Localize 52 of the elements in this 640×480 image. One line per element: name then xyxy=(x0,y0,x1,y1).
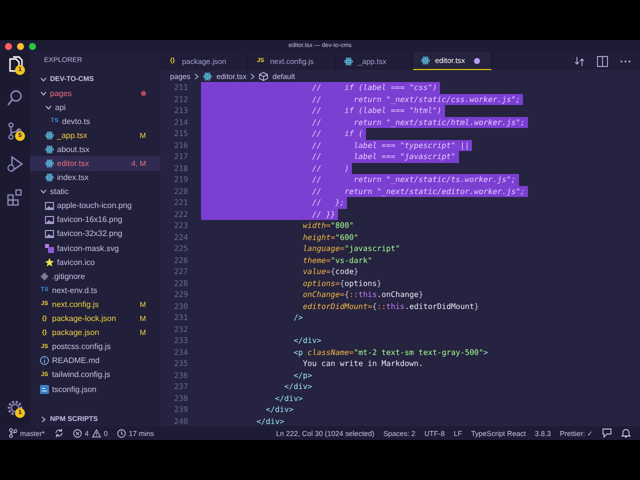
image-icon xyxy=(45,230,54,238)
error-icon xyxy=(72,428,82,438)
info-icon xyxy=(40,356,49,366)
status-dot-icon xyxy=(141,90,146,96)
chevron-icon xyxy=(250,72,256,80)
warning-icon xyxy=(92,428,101,438)
file-item[interactable]: index.tsx xyxy=(30,170,160,185)
clock-icon xyxy=(116,428,126,438)
star-icon xyxy=(45,258,54,267)
file-item[interactable]: tsconfig.json xyxy=(30,382,160,396)
extensions-icon[interactable] xyxy=(6,188,24,206)
atom-icon xyxy=(45,159,54,168)
image-icon xyxy=(45,216,54,224)
chevron-icon[interactable] xyxy=(40,416,47,422)
cube-icon xyxy=(259,72,268,80)
shapes-icon xyxy=(45,244,54,253)
file-item[interactable]: apple-touch-icon.png xyxy=(30,198,160,213)
compare-icon[interactable] xyxy=(574,56,585,66)
file-item[interactable]: .gitignore xyxy=(30,269,160,284)
file-item[interactable]: favicon-16x16.png xyxy=(30,212,160,227)
run-icon[interactable] xyxy=(6,155,24,173)
config-file-icon xyxy=(40,384,49,394)
bell-icon[interactable] xyxy=(621,428,631,438)
folder-item[interactable]: api xyxy=(30,100,160,114)
atom-icon xyxy=(203,72,212,80)
file-item[interactable]: favicon-32x32.png xyxy=(30,226,160,242)
file-item[interactable]: README.md xyxy=(30,354,160,368)
atom-icon xyxy=(45,130,54,140)
split-editor-icon[interactable] xyxy=(597,56,608,66)
search-icon[interactable] xyxy=(6,89,24,107)
atom-icon xyxy=(344,56,353,66)
atom-icon xyxy=(45,173,54,182)
atom-icon xyxy=(421,56,430,65)
unsaved-dot-icon[interactable] xyxy=(474,58,480,64)
chevron-icon xyxy=(194,72,200,80)
file-item[interactable]: about.tsx xyxy=(30,142,160,156)
sync-icon[interactable] xyxy=(54,428,64,438)
atom-icon xyxy=(45,144,54,154)
branch-icon xyxy=(9,428,17,438)
chevron-icon[interactable] xyxy=(40,188,47,196)
file-item[interactable]: favicon-mask.svg xyxy=(30,241,160,256)
chevron-icon[interactable] xyxy=(45,104,52,111)
folder-item[interactable]: static xyxy=(30,184,160,199)
folder-item[interactable]: pages xyxy=(30,86,160,100)
feedback-icon[interactable] xyxy=(602,428,612,438)
source-control-icon[interactable] xyxy=(6,122,24,140)
chevron-icon[interactable] xyxy=(40,76,47,82)
file-item[interactable]: favicon.ico xyxy=(30,255,160,270)
settings-icon[interactable] xyxy=(6,399,24,417)
diamond-icon xyxy=(40,272,49,281)
chevron-icon[interactable] xyxy=(40,90,47,97)
image-icon xyxy=(45,202,54,210)
